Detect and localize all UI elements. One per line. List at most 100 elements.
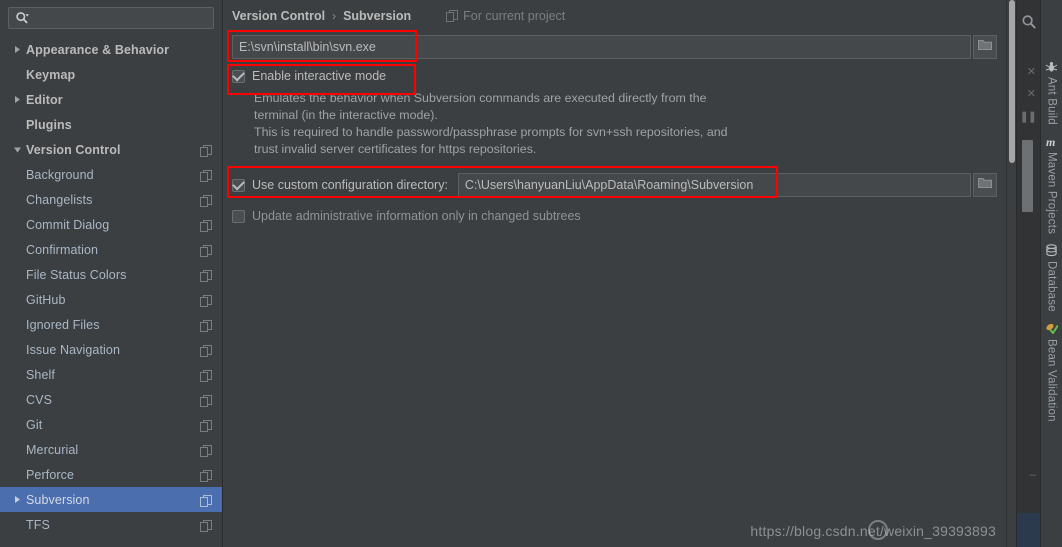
tool-tab-maven-projects[interactable]: m Maven Projects — [1041, 135, 1062, 234]
sidebar-item-subversion[interactable]: Subversion — [0, 487, 222, 512]
chevron-down-icon[interactable] — [8, 145, 26, 154]
copy-icon — [200, 519, 212, 532]
custom-config-directory-row: Use custom configuration directory: — [232, 172, 997, 198]
copy-icon — [200, 344, 212, 357]
breadcrumb-parent[interactable]: Version Control — [232, 9, 325, 23]
search-box[interactable] — [8, 7, 214, 29]
sidebar-item-issue-navigation[interactable]: Issue Navigation — [0, 337, 222, 362]
enable-interactive-mode-checkbox[interactable] — [232, 69, 245, 83]
search-input[interactable] — [29, 11, 207, 25]
svn-path-row — [232, 34, 997, 60]
scope-label: For current project — [463, 9, 566, 23]
sidebar-item-editor[interactable]: Editor — [0, 87, 222, 112]
sidebar-item-label: Changelists — [26, 192, 93, 207]
editor-search-icon[interactable] — [1021, 14, 1037, 30]
sidebar-item-label: Ignored Files — [26, 317, 100, 332]
main-scrollbar[interactable] — [1006, 0, 1016, 547]
tool-tab-database[interactable]: Database — [1041, 244, 1062, 312]
sidebar-item-version-control[interactable]: Version Control — [0, 137, 222, 162]
chevron-right-icon[interactable] — [8, 95, 26, 104]
sidebar-item-label: File Status Colors — [26, 267, 127, 282]
sidebar-item-label: TFS — [26, 517, 50, 532]
update-admin-info-row[interactable]: Update administrative information only i… — [232, 206, 997, 226]
sidebar-item-git[interactable]: Git — [0, 412, 222, 437]
tool-tab-bean-validation[interactable]: Bean Validation — [1041, 322, 1062, 421]
main-scrollbar-thumb[interactable] — [1009, 0, 1015, 163]
custom-config-directory-label: Use custom configuration directory: — [252, 178, 448, 192]
sidebar-item-appearance-behavior[interactable]: Appearance & Behavior — [0, 37, 222, 62]
sidebar-item-label: Background — [26, 167, 94, 182]
maven-icon: m — [1045, 135, 1059, 149]
breadcrumb: Version Control › Subversion For current… — [223, 0, 1006, 30]
settings-dialog: Appearance & Behavior Keymap Editor Plugins… — [0, 0, 1062, 547]
sidebar-item-ignored-files[interactable]: Ignored Files — [0, 312, 222, 337]
tool-tab-label: Database — [1045, 260, 1058, 312]
editor-close-icon-2[interactable]: ✕ — [1027, 89, 1036, 100]
copy-icon — [200, 469, 212, 482]
sidebar-item-label: Perforce — [26, 467, 75, 482]
sidebar-item-commit-dialog[interactable]: Commit Dialog — [0, 212, 222, 237]
copy-icon — [200, 419, 212, 432]
sidebar-item-shelf[interactable]: Shelf — [0, 362, 222, 387]
custom-config-browse-button[interactable] — [973, 173, 997, 197]
copy-icon — [200, 244, 212, 257]
settings-sidebar: Appearance & Behavior Keymap Editor Plugins… — [0, 0, 223, 547]
svn-path-browse-button[interactable] — [973, 35, 997, 59]
breadcrumb-current: Subversion — [343, 9, 412, 23]
svn-path-input[interactable] — [232, 35, 971, 59]
bean-validation-icon — [1045, 322, 1059, 336]
sidebar-item-mercurial[interactable]: Mercurial — [0, 437, 222, 462]
sidebar-item-keymap[interactable]: Keymap — [0, 62, 222, 87]
tool-tab-ant-build[interactable]: Ant Build — [1041, 60, 1062, 125]
copy-icon — [200, 494, 212, 507]
editor-pause-icon[interactable]: ❚❚ — [1020, 112, 1037, 123]
sidebar-item-background[interactable]: Background — [0, 162, 222, 187]
update-admin-info-checkbox[interactable] — [232, 209, 245, 223]
sidebar-item-label: Version Control — [26, 142, 121, 157]
sidebar-item-label: Commit Dialog — [26, 217, 110, 232]
sidebar-item-perforce[interactable]: Perforce — [0, 462, 222, 487]
editor-peek-thumb[interactable] — [1022, 140, 1033, 212]
custom-config-directory-checkbox[interactable] — [232, 178, 245, 192]
copy-icon — [200, 194, 212, 207]
sidebar-item-label: Mercurial — [26, 442, 79, 457]
editor-minimize-icon[interactable]: – — [1030, 470, 1036, 481]
copy-icon — [200, 369, 212, 382]
sidebar-item-plugins[interactable]: Plugins — [0, 112, 222, 137]
database-icon — [1045, 244, 1059, 258]
sidebar-item-confirmation[interactable]: Confirmation — [0, 237, 222, 262]
right-tool-window-bar: Ant Build m Maven Projects Database Bean Val… — [1040, 0, 1062, 547]
sidebar-item-label: Appearance & Behavior — [26, 42, 170, 57]
description-line: This is required to handle password/pass… — [254, 125, 728, 139]
scope-indicator: For current project — [446, 9, 565, 23]
chevron-right-icon[interactable] — [8, 45, 26, 54]
chevron-right-icon[interactable] — [8, 495, 26, 504]
sidebar-item-label: Editor — [26, 92, 63, 107]
description-line: trust invalid server certificates for ht… — [254, 142, 537, 156]
settings-tree: Appearance & Behavior Keymap Editor Plugins… — [0, 37, 222, 537]
enable-interactive-mode-label: Enable interactive mode — [252, 69, 387, 83]
sidebar-item-label: Keymap — [26, 67, 76, 82]
folder-icon — [978, 176, 992, 194]
copy-icon — [200, 294, 212, 307]
interactive-mode-description: Emulates the behavior when Subversion co… — [254, 90, 744, 158]
folder-icon — [978, 38, 992, 56]
custom-config-directory-input[interactable] — [457, 173, 971, 197]
sidebar-item-changelists[interactable]: Changelists — [0, 187, 222, 212]
sidebar-item-tfs[interactable]: TFS — [0, 512, 222, 537]
description-line: terminal (in the interactive mode). — [254, 108, 438, 122]
sidebar-item-label: GitHub — [26, 292, 66, 307]
sidebar-item-file-status-colors[interactable]: File Status Colors — [0, 262, 222, 287]
sidebar-item-label: Issue Navigation — [26, 342, 121, 357]
sidebar-item-label: Shelf — [26, 367, 55, 382]
sidebar-item-label: Confirmation — [26, 242, 99, 257]
editor-close-icon-1[interactable]: ✕ — [1027, 67, 1036, 78]
breadcrumb-separator: › — [332, 9, 337, 23]
sidebar-item-label: Plugins — [26, 117, 72, 132]
copy-icon — [200, 144, 212, 157]
sidebar-item-github[interactable]: GitHub — [0, 287, 222, 312]
enable-interactive-mode-row[interactable]: Enable interactive mode — [232, 66, 997, 86]
tool-tab-label: Maven Projects — [1045, 151, 1058, 234]
sidebar-item-label: Subversion — [26, 492, 90, 507]
sidebar-item-cvs[interactable]: CVS — [0, 387, 222, 412]
